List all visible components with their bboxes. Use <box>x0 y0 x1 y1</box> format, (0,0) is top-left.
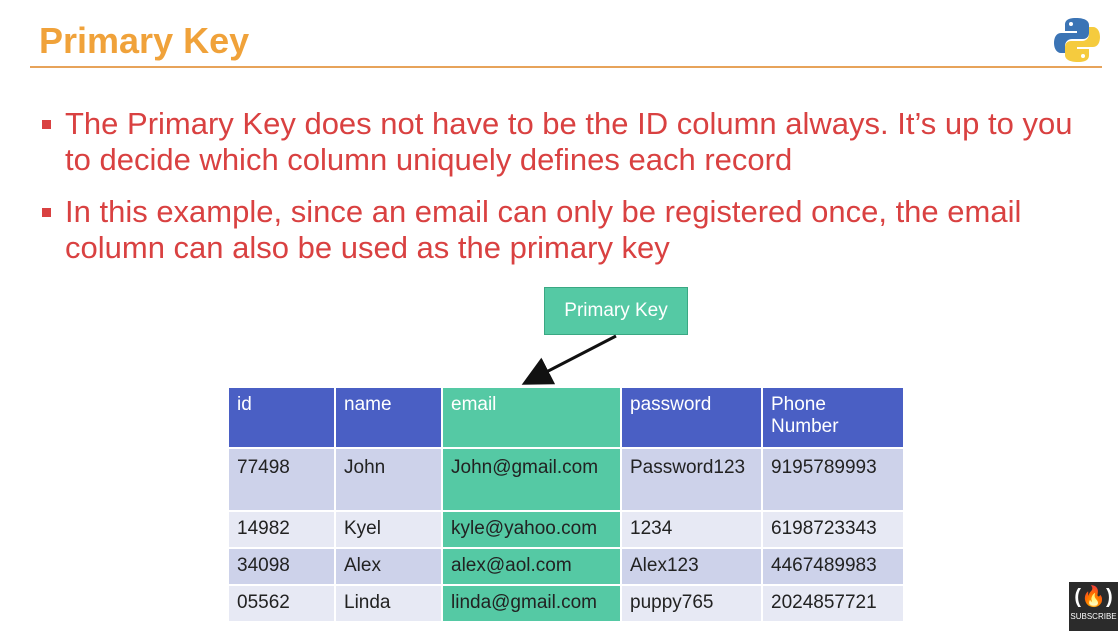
cell-email: linda@gmail.com <box>442 585 622 623</box>
bullet-item: The Primary Key does not have to be the … <box>40 106 1100 178</box>
cell-name: Alex <box>335 548 443 586</box>
cell-phone: 9195789993 <box>762 448 905 512</box>
column-header-phone: Phone Number <box>762 388 905 449</box>
title-divider <box>30 66 1102 68</box>
column-header-email: email <box>442 388 622 449</box>
cell-email: John@gmail.com <box>442 448 622 512</box>
column-header-name: name <box>335 388 443 449</box>
cell-password: Password123 <box>621 448 763 512</box>
table-row: 14982 Kyel kyle@yahoo.com 1234 619872334… <box>229 511 905 549</box>
table-header-row: id name email password Phone Number <box>229 388 905 449</box>
table-row: 05562 Linda linda@gmail.com puppy765 202… <box>229 585 905 623</box>
primary-key-callout: Primary Key <box>544 287 688 335</box>
cell-id: 34098 <box>229 548 336 586</box>
cell-phone: 2024857721 <box>762 585 905 623</box>
cell-password: puppy765 <box>621 585 763 623</box>
cell-email: alex@aol.com <box>442 548 622 586</box>
python-logo-icon <box>1054 18 1100 62</box>
cell-password: Alex123 <box>621 548 763 586</box>
bullet-item: In this example, since an email can only… <box>40 194 1100 266</box>
cell-password: 1234 <box>621 511 763 549</box>
subscribe-button[interactable]: (🔥) SUBSCRIBE <box>1069 582 1118 631</box>
cell-name: Kyel <box>335 511 443 549</box>
bullet-text: The Primary Key does not have to be the … <box>65 106 1073 177</box>
cell-phone: 4467489983 <box>762 548 905 586</box>
cell-name: Linda <box>335 585 443 623</box>
flame-icon: (🔥) <box>1074 586 1113 608</box>
bullet-text: In this example, since an email can only… <box>65 194 1022 265</box>
cell-id: 05562 <box>229 585 336 623</box>
bullet-marker <box>42 208 51 217</box>
cell-phone: 6198723343 <box>762 511 905 549</box>
table-row: 77498 John John@gmail.com Password123 91… <box>229 448 905 512</box>
bullet-list: The Primary Key does not have to be the … <box>40 106 1100 282</box>
cell-id: 77498 <box>229 448 336 512</box>
subscribe-label: SUBSCRIBE <box>1070 612 1117 621</box>
table-row: 34098 Alex alex@aol.com Alex123 44674899… <box>229 548 905 586</box>
cell-name: John <box>335 448 443 512</box>
slide-title: Primary Key <box>39 20 250 61</box>
column-header-id: id <box>229 388 336 449</box>
cell-email: kyle@yahoo.com <box>442 511 622 549</box>
users-table: id name email password Phone Number 7749… <box>229 388 905 623</box>
bullet-marker <box>42 120 51 129</box>
cell-id: 14982 <box>229 511 336 549</box>
column-header-password: password <box>621 388 763 449</box>
